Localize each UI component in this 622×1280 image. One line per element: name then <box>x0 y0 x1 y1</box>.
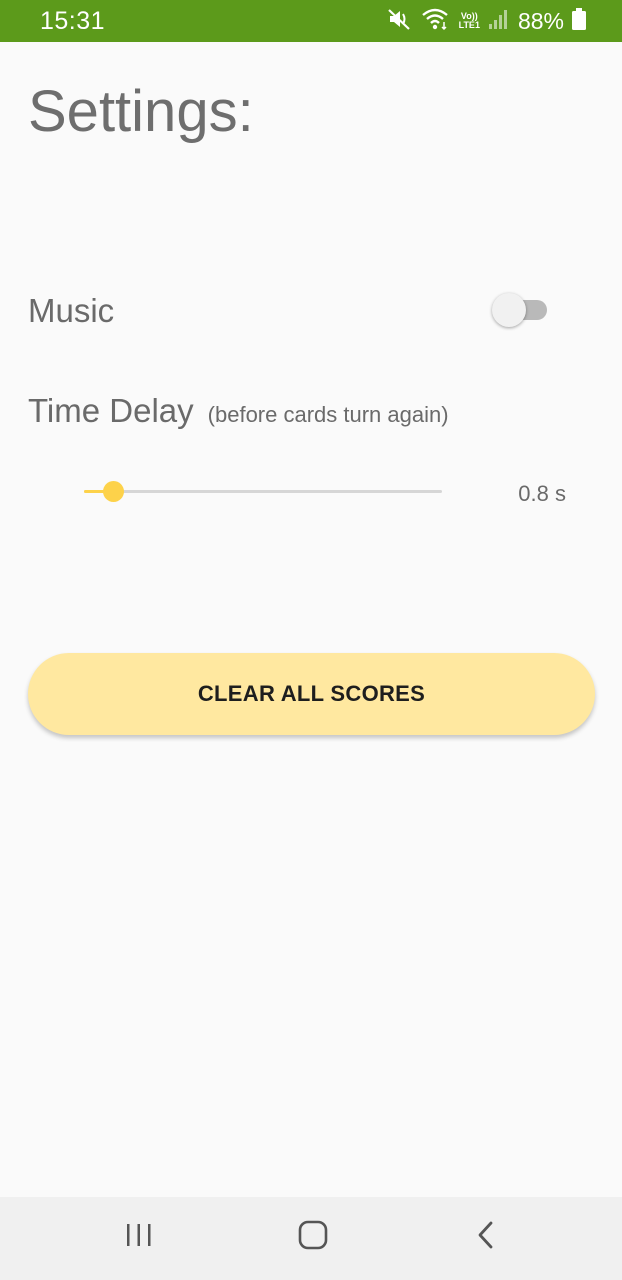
slider-thumb[interactable] <box>103 481 124 502</box>
mute-icon <box>387 7 413 36</box>
page-title: Settings: <box>28 79 254 144</box>
clear-all-scores-button[interactable]: CLEAR ALL SCORES <box>28 653 595 735</box>
battery-percent: 88% <box>517 8 564 34</box>
time-delay-value: 0.8 s <box>518 481 566 506</box>
status-icons: Vo)) LTE1 88% <box>379 0 622 42</box>
slider-track <box>84 490 442 493</box>
music-toggle[interactable] <box>492 293 548 327</box>
music-toggle-thumb[interactable] <box>492 293 526 327</box>
signal-icon <box>488 8 508 35</box>
navigation-bar <box>0 1197 622 1280</box>
status-time: 15:31 <box>40 7 106 35</box>
music-label: Music <box>28 292 115 329</box>
wifi-icon <box>421 7 451 36</box>
status-bar: 15:31 Vo)) LTE1 88% <box>0 0 622 42</box>
lte-label: LTE1 <box>458 20 480 30</box>
time-delay-row: Time Delay (before cards turn again) <box>28 390 449 436</box>
back-button[interactable] <box>462 1217 512 1257</box>
recent-apps-button[interactable] <box>114 1217 164 1257</box>
recent-apps-icon <box>124 1221 154 1254</box>
home-button[interactable] <box>288 1217 338 1257</box>
time-delay-label: Time Delay <box>28 392 194 429</box>
battery-icon <box>572 7 586 35</box>
back-icon <box>475 1220 499 1255</box>
network-type-label: Vo)) LTE1 <box>459 12 480 30</box>
time-delay-slider[interactable] <box>84 476 442 508</box>
settings-screen: 15:31 Vo)) LTE1 88% Settings: Music Time… <box>0 0 622 1280</box>
time-delay-hint: (before cards turn again) <box>207 402 449 427</box>
home-icon <box>298 1220 328 1255</box>
